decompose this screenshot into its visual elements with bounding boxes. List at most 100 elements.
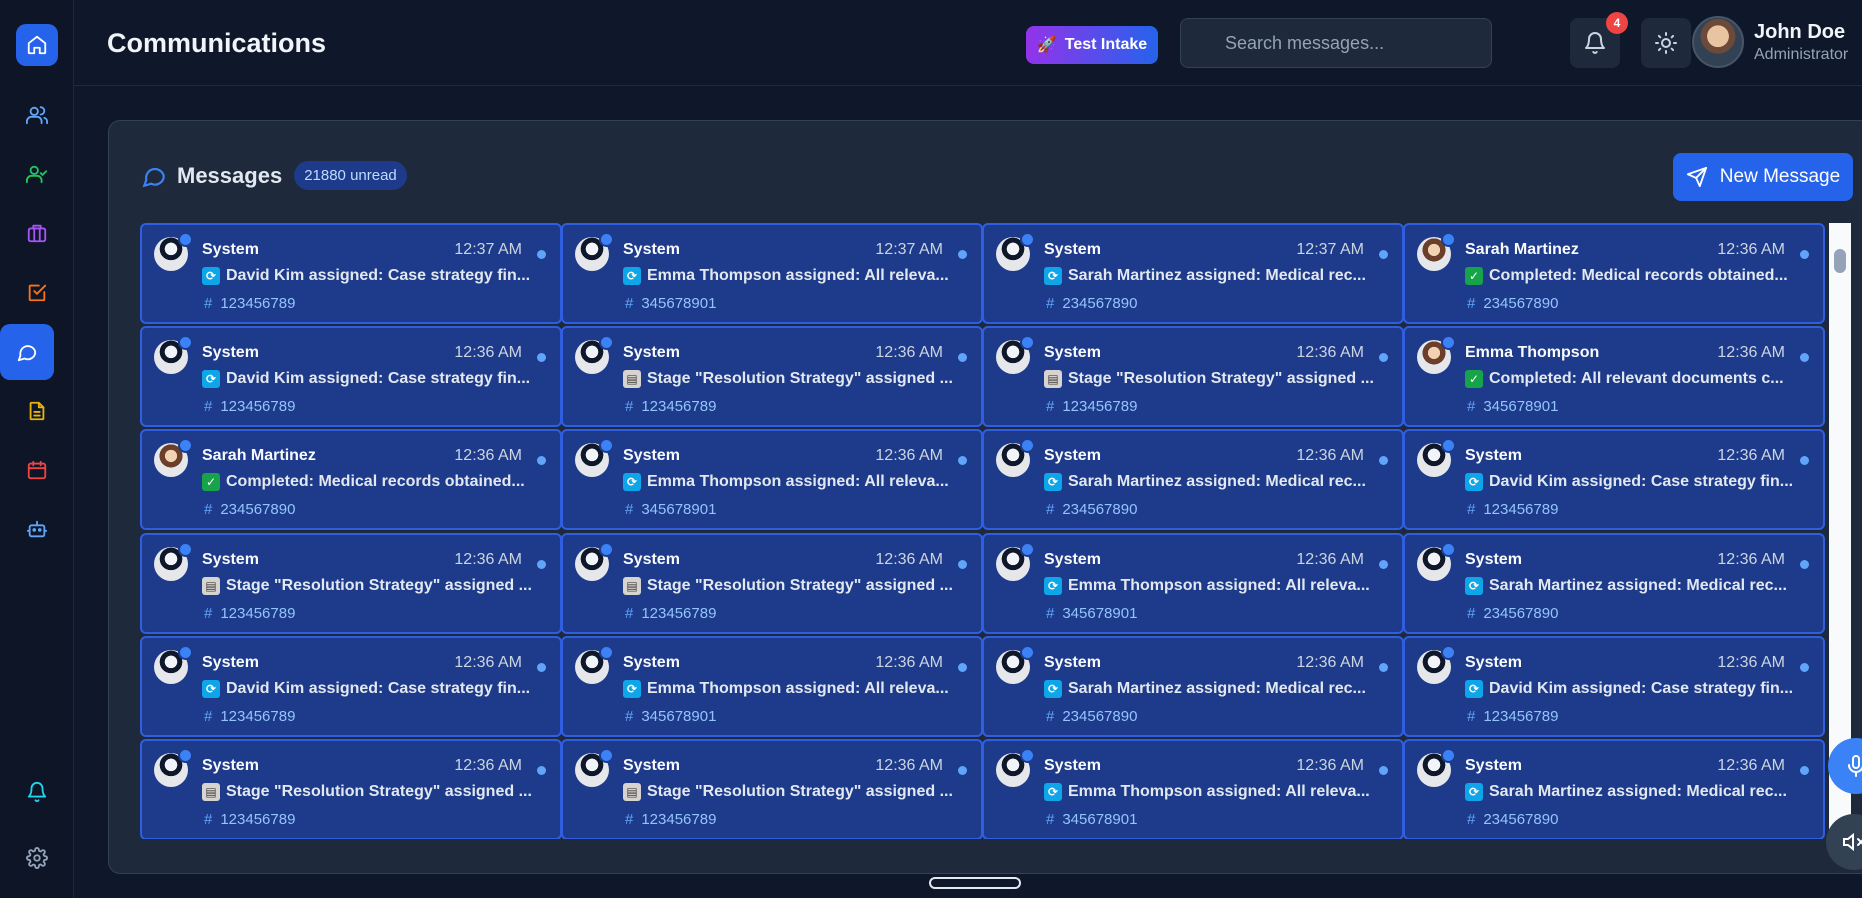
messages-title: Messages (177, 162, 283, 188)
home-indicator (929, 877, 1021, 889)
case-number: #123456789 (1467, 708, 1558, 725)
message-subject-text: Sarah Martinez assigned: Medical rec... (1068, 267, 1366, 284)
message-card[interactable]: System 12:36 AM ⟳ David Kim assigned: Case … (140, 326, 562, 427)
message-card[interactable]: System 12:36 AM ⟳ David Kim assigned: Case … (1403, 429, 1825, 530)
online-status-dot (1441, 335, 1456, 350)
case-number: #345678901 (1046, 811, 1137, 828)
unread-indicator-dot (958, 250, 967, 259)
nav-users[interactable] (0, 87, 74, 143)
unread-indicator-dot (1800, 560, 1809, 569)
hash-icon: # (625, 501, 634, 518)
nav-documents[interactable] (0, 383, 74, 439)
test-intake-button[interactable]: 🚀 Test Intake (1026, 26, 1158, 64)
message-subject: ▤ Stage "Resolution Strategy" assigned ..… (202, 783, 532, 801)
message-card[interactable]: System 12:36 AM ⟳ Sarah Martinez assigned: … (982, 636, 1404, 737)
rocket-icon: 🚀 (1036, 37, 1057, 54)
unread-indicator-dot (1800, 353, 1809, 362)
theme-toggle-button[interactable] (1641, 18, 1691, 68)
unread-indicator-dot (958, 766, 967, 775)
online-status-dot (1020, 438, 1035, 453)
message-card[interactable]: System 12:36 AM ⟳ Sarah Martinez assigned: … (1403, 533, 1825, 634)
user-role: Administrator (1754, 45, 1849, 63)
message-sender: System (1465, 447, 1522, 464)
message-subject-text: Emma Thompson assigned: All releva... (647, 473, 949, 490)
search-icon (1195, 35, 1212, 52)
hash-icon: # (204, 501, 213, 518)
message-card[interactable]: System 12:36 AM ⟳ Emma Thompson assigned: A… (982, 533, 1404, 634)
online-status-dot (599, 542, 614, 557)
nav-home[interactable] (0, 17, 74, 73)
message-time: 12:36 AM (1717, 551, 1785, 568)
hash-icon: # (204, 605, 213, 622)
message-time: 12:36 AM (1717, 344, 1785, 361)
message-subject-text: Completed: All relevant documents c... (1489, 370, 1784, 387)
message-sender: System (1044, 241, 1101, 258)
message-subject: ⟳ Sarah Martinez assigned: Medical rec... (1044, 267, 1374, 285)
unread-indicator-dot (1379, 560, 1388, 569)
unread-indicator-dot (958, 560, 967, 569)
message-card[interactable]: System 12:36 AM ▤ Stage "Resolution Strateg… (140, 739, 562, 839)
notifications-button[interactable]: 4 (1570, 12, 1628, 68)
hash-icon: # (204, 295, 213, 312)
message-card[interactable]: Sarah Martinez 12:36 AM ✓ Completed: Medica… (140, 429, 562, 530)
hash-icon: # (204, 398, 213, 415)
message-subject: ✓ Completed: Medical records obtained... (202, 473, 532, 491)
message-card[interactable]: System 12:36 AM ▤ Stage "Resolution Strateg… (561, 533, 983, 634)
nav-calendar[interactable] (0, 442, 74, 498)
nav-notifications[interactable] (0, 764, 74, 820)
hash-icon: # (1467, 708, 1476, 725)
nav-ai-assistant[interactable] (0, 501, 74, 557)
message-subject: ⟳ Sarah Martinez assigned: Medical rec... (1044, 680, 1374, 698)
message-card[interactable]: System 12:36 AM ⟳ Sarah Martinez assigned: … (1403, 739, 1825, 839)
message-card[interactable]: System 12:37 AM ⟳ Sarah Martinez assigned: … (982, 223, 1404, 324)
message-card[interactable]: Emma Thompson 12:36 AM ✓ Completed: All rel… (1403, 326, 1825, 427)
message-card[interactable]: System 12:36 AM ▤ Stage "Resolution Strateg… (140, 533, 562, 634)
message-card[interactable]: Sarah Martinez 12:36 AM ✓ Completed: Medica… (1403, 223, 1825, 324)
scrollbar-thumb[interactable] (1834, 249, 1846, 273)
hash-icon: # (625, 295, 634, 312)
online-status-dot (599, 438, 614, 453)
message-card[interactable]: System 12:37 AM ⟳ David Kim assigned: Case … (140, 223, 562, 324)
message-card[interactable]: System 12:36 AM ▤ Stage "Resolution Strateg… (561, 739, 983, 839)
microphone-icon (1848, 755, 1862, 777)
message-time: 12:36 AM (1296, 344, 1364, 361)
message-card[interactable]: System 12:36 AM ⟳ David Kim assigned: Case … (1403, 636, 1825, 737)
case-number: #123456789 (1046, 398, 1137, 415)
message-card[interactable]: System 12:36 AM ⟳ David Kim assigned: Case … (140, 636, 562, 737)
hash-icon: # (204, 811, 213, 828)
user-name: John Doe (1754, 20, 1846, 43)
message-subject-text: Completed: Medical records obtained... (226, 473, 525, 490)
search-input[interactable] (1225, 32, 1465, 54)
message-subject-text: Sarah Martinez assigned: Medical rec... (1489, 783, 1787, 800)
message-card[interactable]: System 12:36 AM ▤ Stage "Resolution Strateg… (561, 326, 983, 427)
message-card[interactable]: System 12:36 AM ⟳ Emma Thompson assigned: A… (982, 739, 1404, 839)
nav-cases[interactable] (0, 205, 74, 261)
case-number-value: 123456789 (1483, 708, 1559, 725)
search-box[interactable] (1180, 18, 1492, 68)
message-card[interactable]: System 12:37 AM ⟳ Emma Thompson assigned: A… (561, 223, 983, 324)
nav-settings[interactable] (0, 830, 74, 886)
unread-indicator-dot (1800, 250, 1809, 259)
case-number-value: 123456789 (1062, 398, 1138, 415)
nav-communications[interactable] (0, 324, 54, 380)
hash-icon: # (1467, 605, 1476, 622)
message-card[interactable]: System 12:36 AM ⟳ Emma Thompson assigned: A… (561, 636, 983, 737)
message-sender: System (1044, 551, 1101, 568)
message-subject: ⟳ Sarah Martinez assigned: Medical rec... (1465, 577, 1795, 595)
case-number-value: 234567890 (1062, 708, 1138, 725)
message-card[interactable]: System 12:36 AM ⟳ Sarah Martinez assigned: … (982, 429, 1404, 530)
chat-icon (14, 339, 40, 365)
message-card[interactable]: System 12:36 AM ▤ Stage "Resolution Strateg… (982, 326, 1404, 427)
message-time: 12:36 AM (1717, 654, 1785, 671)
message-card[interactable]: System 12:36 AM ⟳ Emma Thompson assigned: A… (561, 429, 983, 530)
nav-tasks[interactable] (0, 264, 74, 320)
online-status-dot (1441, 645, 1456, 660)
hash-icon: # (1046, 708, 1055, 725)
user-menu[interactable]: John Doe Administrator (1692, 16, 1848, 68)
chat-icon (142, 167, 165, 187)
nav-clients[interactable] (0, 146, 74, 202)
new-message-button[interactable]: New Message (1673, 153, 1853, 201)
online-status-dot (178, 542, 193, 557)
volume-mute-icon (1843, 832, 1862, 852)
case-number: #123456789 (1467, 501, 1558, 518)
